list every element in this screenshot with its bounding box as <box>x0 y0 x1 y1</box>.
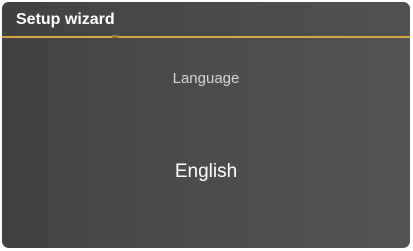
divider-marker <box>112 35 118 38</box>
setup-wizard-screen: Setup wizard Language English <box>2 2 410 248</box>
header-divider <box>2 36 410 38</box>
page-title: Setup wizard <box>16 11 115 28</box>
language-label: Language <box>172 70 240 87</box>
language-value-option[interactable]: English <box>2 161 410 183</box>
header-bar: Setup wizard <box>2 2 410 36</box>
